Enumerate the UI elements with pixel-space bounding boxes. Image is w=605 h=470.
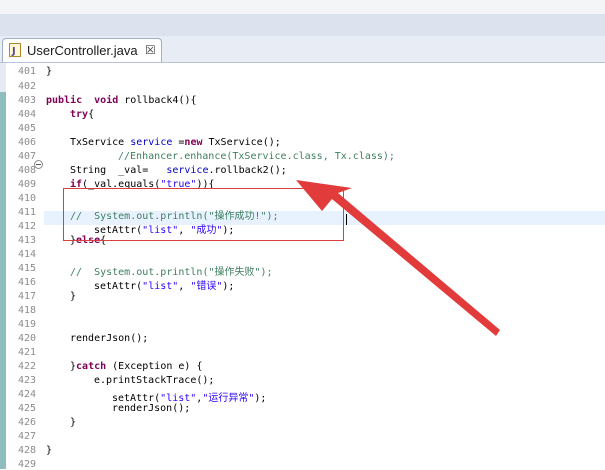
annotation-arrow — [296, 180, 500, 336]
